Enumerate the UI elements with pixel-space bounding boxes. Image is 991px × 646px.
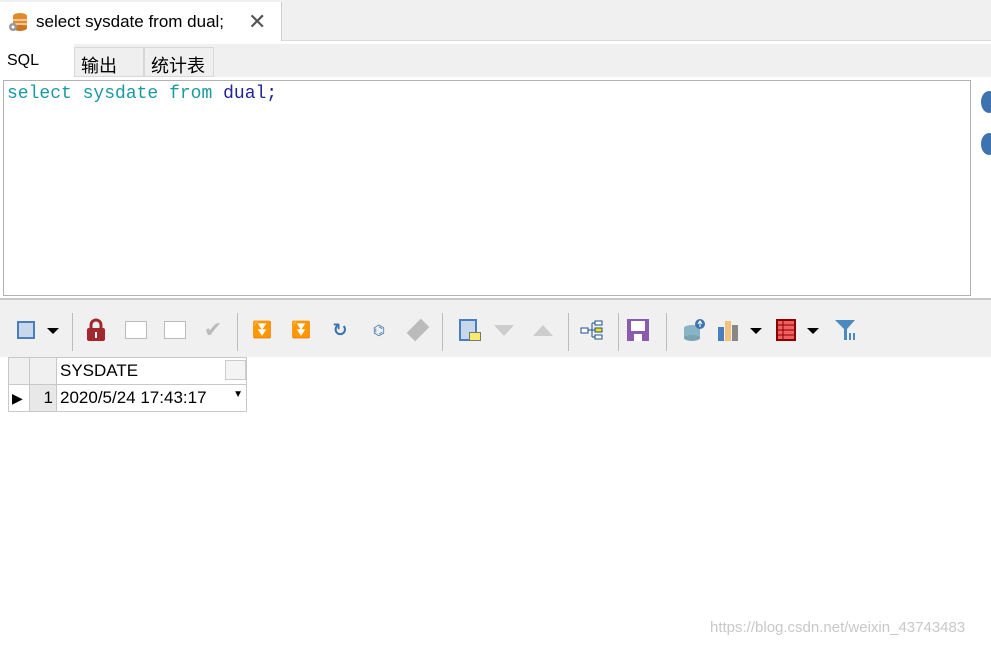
grid-header-row: SYSDATE bbox=[8, 357, 247, 385]
save-button[interactable] bbox=[626, 318, 650, 342]
cell-sysdate[interactable]: 2020/5/24 17:43:17 ▼ bbox=[56, 384, 247, 412]
document-tab-title: select sysdate from dual; bbox=[36, 11, 225, 31]
sub-tab-bar: SQL 输出 统计表 bbox=[0, 44, 991, 77]
cell-value: 2020/5/24 17:43:17 bbox=[60, 388, 207, 407]
filter-button[interactable] bbox=[834, 318, 858, 342]
delete-record-button[interactable] bbox=[163, 318, 187, 342]
chevron-down-icon[interactable] bbox=[807, 328, 819, 334]
result-toolbar: ✔ ⏬ ⏬ ↻ ⌬ bbox=[0, 303, 991, 357]
move-up-icon[interactable] bbox=[531, 318, 555, 342]
separator bbox=[442, 313, 443, 351]
separator bbox=[618, 313, 619, 351]
column-menu-button[interactable] bbox=[225, 360, 246, 380]
column-header-label: SYSDATE bbox=[60, 361, 139, 380]
execute-icon[interactable] bbox=[981, 91, 991, 113]
sql-token: sysdate bbox=[82, 84, 159, 104]
result-grid: SYSDATE ▶ 1 2020/5/24 17:43:17 ▼ bbox=[8, 357, 247, 412]
row-number: 1 bbox=[29, 384, 57, 412]
database-upload-icon bbox=[684, 319, 705, 341]
row-number-header bbox=[29, 357, 57, 385]
sql-token: select bbox=[7, 84, 72, 104]
document-tab-bar: select sysdate from dual; ✕ bbox=[0, 0, 991, 41]
move-down-icon[interactable] bbox=[492, 318, 516, 342]
import-db-icon[interactable] bbox=[682, 318, 706, 342]
fetch-next-icon[interactable]: ⏬ bbox=[250, 318, 274, 342]
fetch-all-icon[interactable]: ⏬ bbox=[289, 318, 313, 342]
tab-output[interactable]: 输出 bbox=[74, 47, 144, 77]
chevron-down-icon[interactable] bbox=[47, 328, 59, 334]
table-row[interactable]: ▶ 1 2020/5/24 17:43:17 ▼ bbox=[8, 384, 247, 412]
tree-view-icon[interactable] bbox=[580, 318, 604, 342]
sql-token: dual; bbox=[223, 84, 278, 104]
sql-editor[interactable]: select sysdate from dual; bbox=[3, 80, 971, 296]
binoculars-icon[interactable]: ⌬ bbox=[367, 318, 391, 342]
table-icon bbox=[776, 319, 796, 341]
sql-token: from bbox=[169, 84, 213, 104]
close-icon[interactable]: ✕ bbox=[248, 9, 266, 35]
chart-button[interactable] bbox=[716, 318, 740, 342]
separator bbox=[237, 313, 238, 351]
chevron-down-icon[interactable] bbox=[750, 328, 762, 334]
eraser-icon[interactable] bbox=[406, 318, 430, 342]
corner-cell bbox=[8, 357, 30, 385]
lock-icon bbox=[87, 318, 105, 341]
form-view-icon[interactable] bbox=[456, 318, 481, 342]
tab-statistics[interactable]: 统计表 bbox=[144, 47, 214, 77]
grid-view-button[interactable] bbox=[774, 318, 798, 342]
add-record-button[interactable] bbox=[124, 318, 148, 342]
tab-sql[interactable]: SQL bbox=[0, 44, 74, 77]
tree-icon bbox=[580, 320, 603, 340]
check-icon[interactable] bbox=[981, 133, 991, 155]
refresh-icon[interactable]: ↻ bbox=[328, 318, 352, 342]
filter-icon bbox=[835, 320, 855, 340]
separator bbox=[568, 313, 569, 351]
column-header-sysdate[interactable]: SYSDATE bbox=[56, 357, 247, 385]
bar-chart-icon bbox=[718, 321, 738, 341]
watermark: https://blog.csdn.net/weixin_43743483 bbox=[710, 619, 966, 636]
row-indicator-icon: ▶ bbox=[8, 384, 30, 412]
separator bbox=[666, 313, 667, 351]
chevron-down-icon[interactable]: ▼ bbox=[233, 389, 243, 400]
database-gear-icon bbox=[9, 12, 27, 31]
check-icon[interactable]: ✔ bbox=[201, 317, 225, 342]
document-tab[interactable]: select sysdate from dual; ✕ bbox=[0, 2, 282, 41]
save-icon bbox=[627, 319, 649, 341]
separator bbox=[72, 313, 73, 351]
lock-button[interactable] bbox=[84, 318, 108, 342]
select-area-button[interactable] bbox=[14, 318, 38, 342]
